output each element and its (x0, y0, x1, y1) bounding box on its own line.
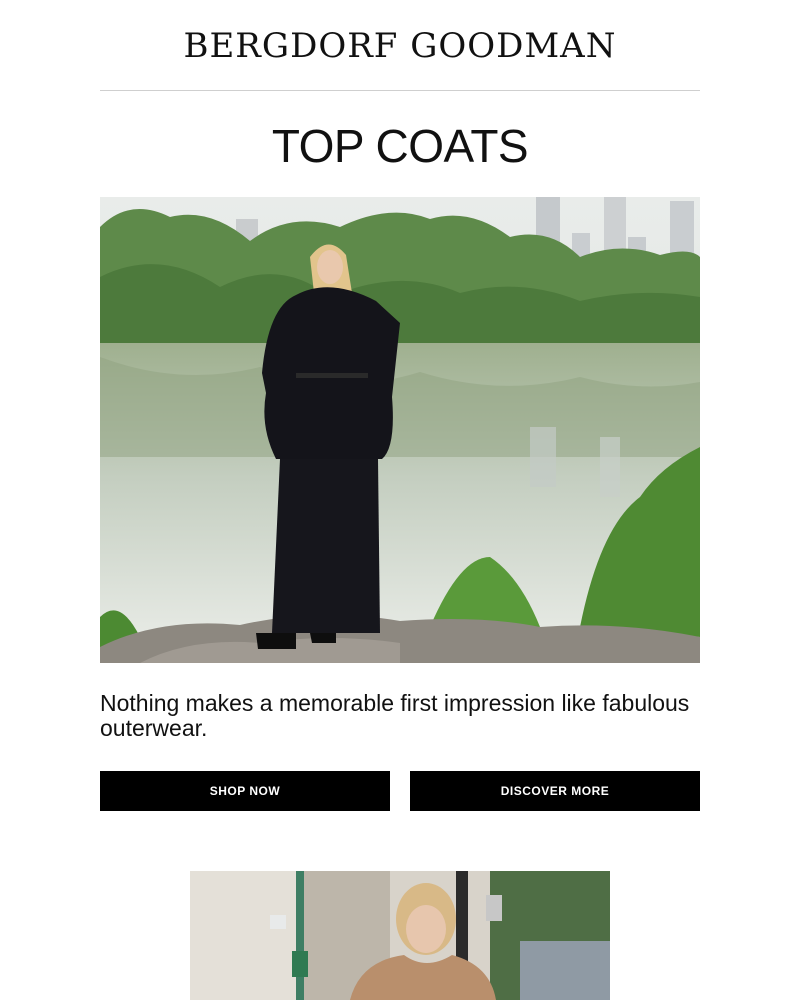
hero-tagline: Nothing makes a memorable first impressi… (100, 690, 690, 741)
email-page: BERGDORF GOODMAN TOP COATS Nothing makes… (0, 0, 800, 1000)
hero-image[interactable] (100, 197, 700, 663)
page-title: TOP COATS (271, 120, 529, 172)
hero-photo-graphic (100, 197, 700, 663)
discover-more-button[interactable]: DISCOVER MORE (410, 771, 700, 811)
header-divider (100, 90, 700, 91)
shop-now-button[interactable]: SHOP NOW (100, 771, 390, 811)
brand-logo[interactable]: BERGDORF GOODMAN (0, 28, 800, 64)
secondary-image[interactable] (190, 871, 610, 1000)
secondary-photo-graphic (190, 871, 610, 1000)
